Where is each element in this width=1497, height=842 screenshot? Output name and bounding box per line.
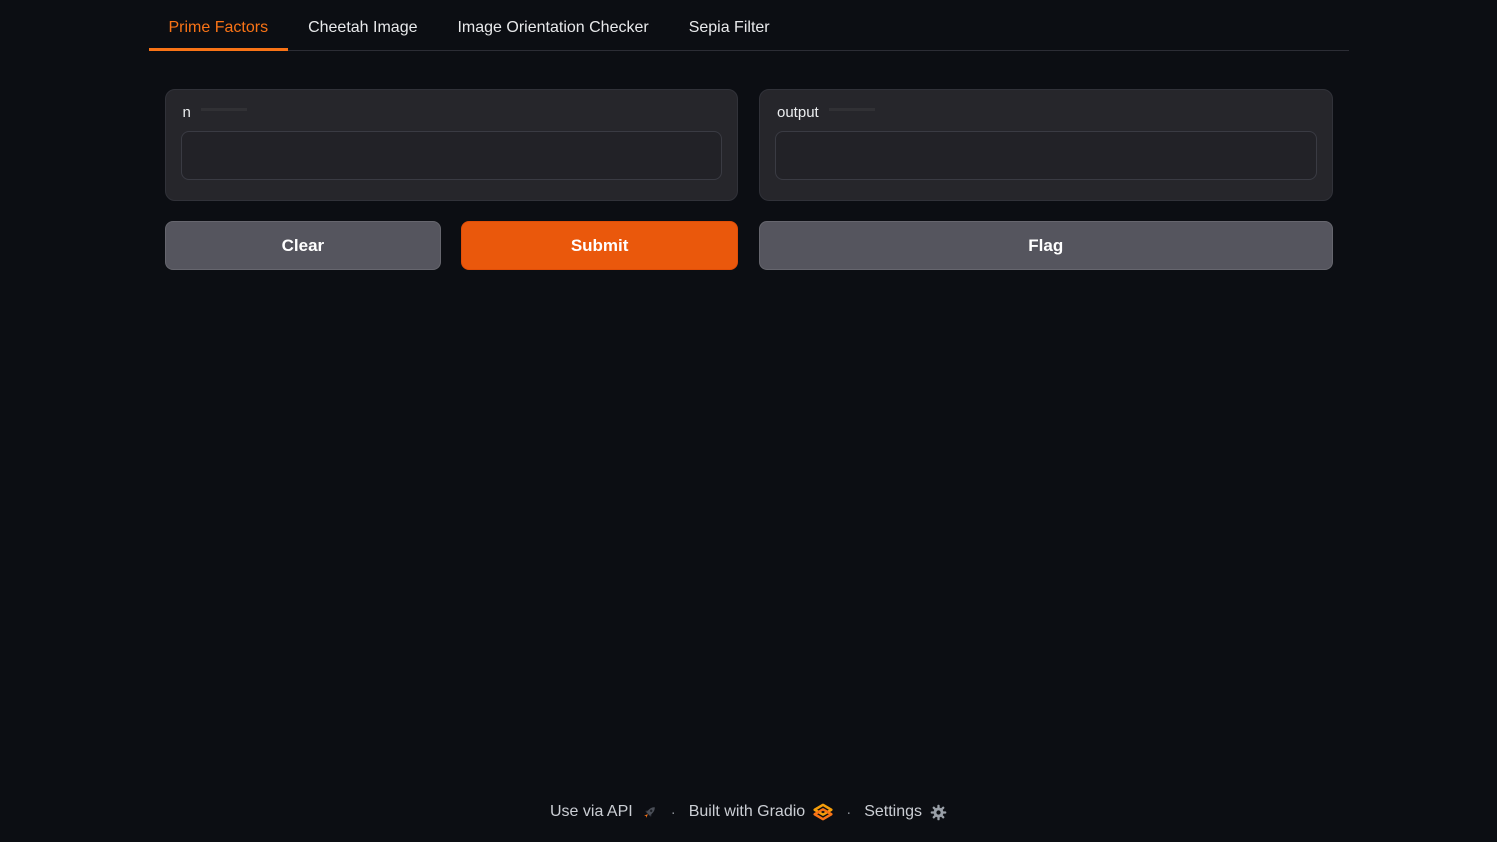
built-with-gradio-link[interactable]: Built with Gradio: [689, 802, 834, 822]
settings-label: Settings: [864, 803, 922, 821]
output-block: output: [759, 89, 1333, 201]
use-via-api-label: Use via API: [550, 803, 633, 821]
tab-cheetah-image[interactable]: Cheetah Image: [288, 9, 437, 51]
label-ghost-line: [829, 108, 875, 111]
footer-separator: ·: [846, 804, 851, 821]
gear-icon: [930, 804, 947, 821]
submit-button[interactable]: Submit: [461, 221, 738, 270]
input-block-n: n: [165, 89, 739, 201]
label-ghost-line: [201, 108, 247, 111]
tab-prime-factors[interactable]: Prime Factors: [149, 9, 289, 51]
button-row: Clear Submit Flag: [165, 221, 1333, 270]
tab-image-orientation-checker[interactable]: Image Orientation Checker: [437, 9, 668, 51]
output-label: output: [777, 104, 819, 121]
use-via-api-link[interactable]: Use via API: [550, 803, 658, 821]
settings-link[interactable]: Settings: [864, 803, 947, 821]
n-input[interactable]: [181, 131, 723, 180]
footer: Use via API · Built with Gradio · Settin…: [0, 802, 1497, 822]
output-textbox[interactable]: [775, 131, 1317, 180]
clear-button[interactable]: Clear: [165, 221, 442, 270]
rocket-icon: [641, 804, 658, 821]
tab-sepia-filter[interactable]: Sepia Filter: [669, 9, 790, 51]
footer-separator: ·: [671, 804, 676, 821]
built-with-gradio-label: Built with Gradio: [689, 803, 806, 821]
gradio-logo-icon: [813, 802, 833, 822]
tab-panel-prime-factors: n output Clear Submit Flag: [149, 51, 1349, 270]
input-label: n: [183, 104, 191, 121]
flag-button[interactable]: Flag: [759, 221, 1333, 270]
gradio-app: Prime Factors Cheetah Image Image Orient…: [149, 0, 1349, 270]
tab-bar: Prime Factors Cheetah Image Image Orient…: [149, 9, 1349, 51]
io-panel-row: n output: [165, 89, 1333, 201]
